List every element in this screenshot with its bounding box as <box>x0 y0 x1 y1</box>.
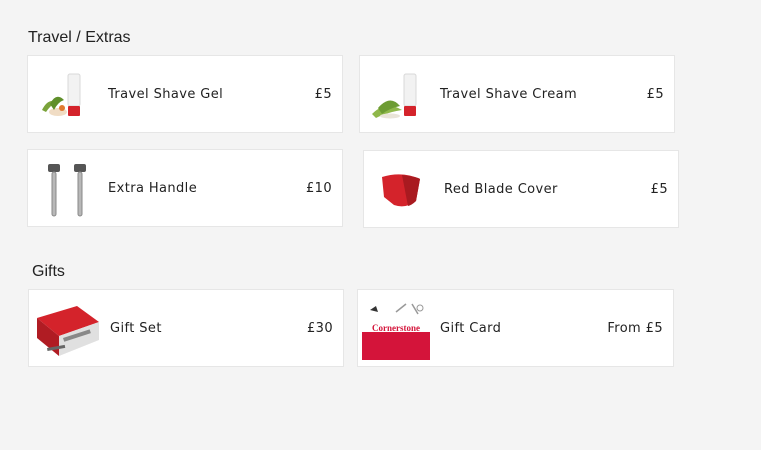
product-card-travel-shave-cream[interactable]: Travel Shave Cream £5 <box>359 55 675 133</box>
product-price: £5 <box>646 86 664 102</box>
product-name: Gift Card <box>440 320 502 336</box>
product-name: Extra Handle <box>108 180 198 196</box>
product-name: Red Blade Cover <box>444 181 558 197</box>
product-card-gift-card[interactable]: Cornerstone Gift Card From £5 <box>357 289 674 367</box>
product-card-gift-set[interactable]: Gift Set £30 <box>28 289 344 367</box>
shave-gel-tube-icon <box>36 64 98 126</box>
product-price: £30 <box>306 320 333 336</box>
section-title-gifts: Gifts <box>32 263 65 280</box>
product-price: £5 <box>650 181 668 197</box>
product-card-travel-shave-gel[interactable]: Travel Shave Gel £5 <box>27 55 343 133</box>
product-card-red-blade-cover[interactable]: Red Blade Cover £5 <box>363 150 679 228</box>
blade-cover-icon <box>372 159 434 221</box>
product-price: From £5 <box>607 320 663 336</box>
product-price: £10 <box>305 180 332 196</box>
product-name: Travel Shave Cream <box>440 86 578 102</box>
product-card-extra-handle[interactable]: Extra Handle £10 <box>27 149 343 227</box>
razor-handle-icon <box>36 158 98 220</box>
section-title-travel-extras: Travel / Extras <box>28 29 131 46</box>
gift-set-box-icon <box>33 298 101 360</box>
product-name: Travel Shave Gel <box>108 86 224 102</box>
product-name: Gift Set <box>110 320 162 336</box>
product-price: £5 <box>314 86 332 102</box>
gift-card-icon: Cornerstone <box>362 298 430 360</box>
shave-cream-tube-icon <box>368 64 430 126</box>
gift-card-brand-logo: Cornerstone <box>372 323 420 333</box>
